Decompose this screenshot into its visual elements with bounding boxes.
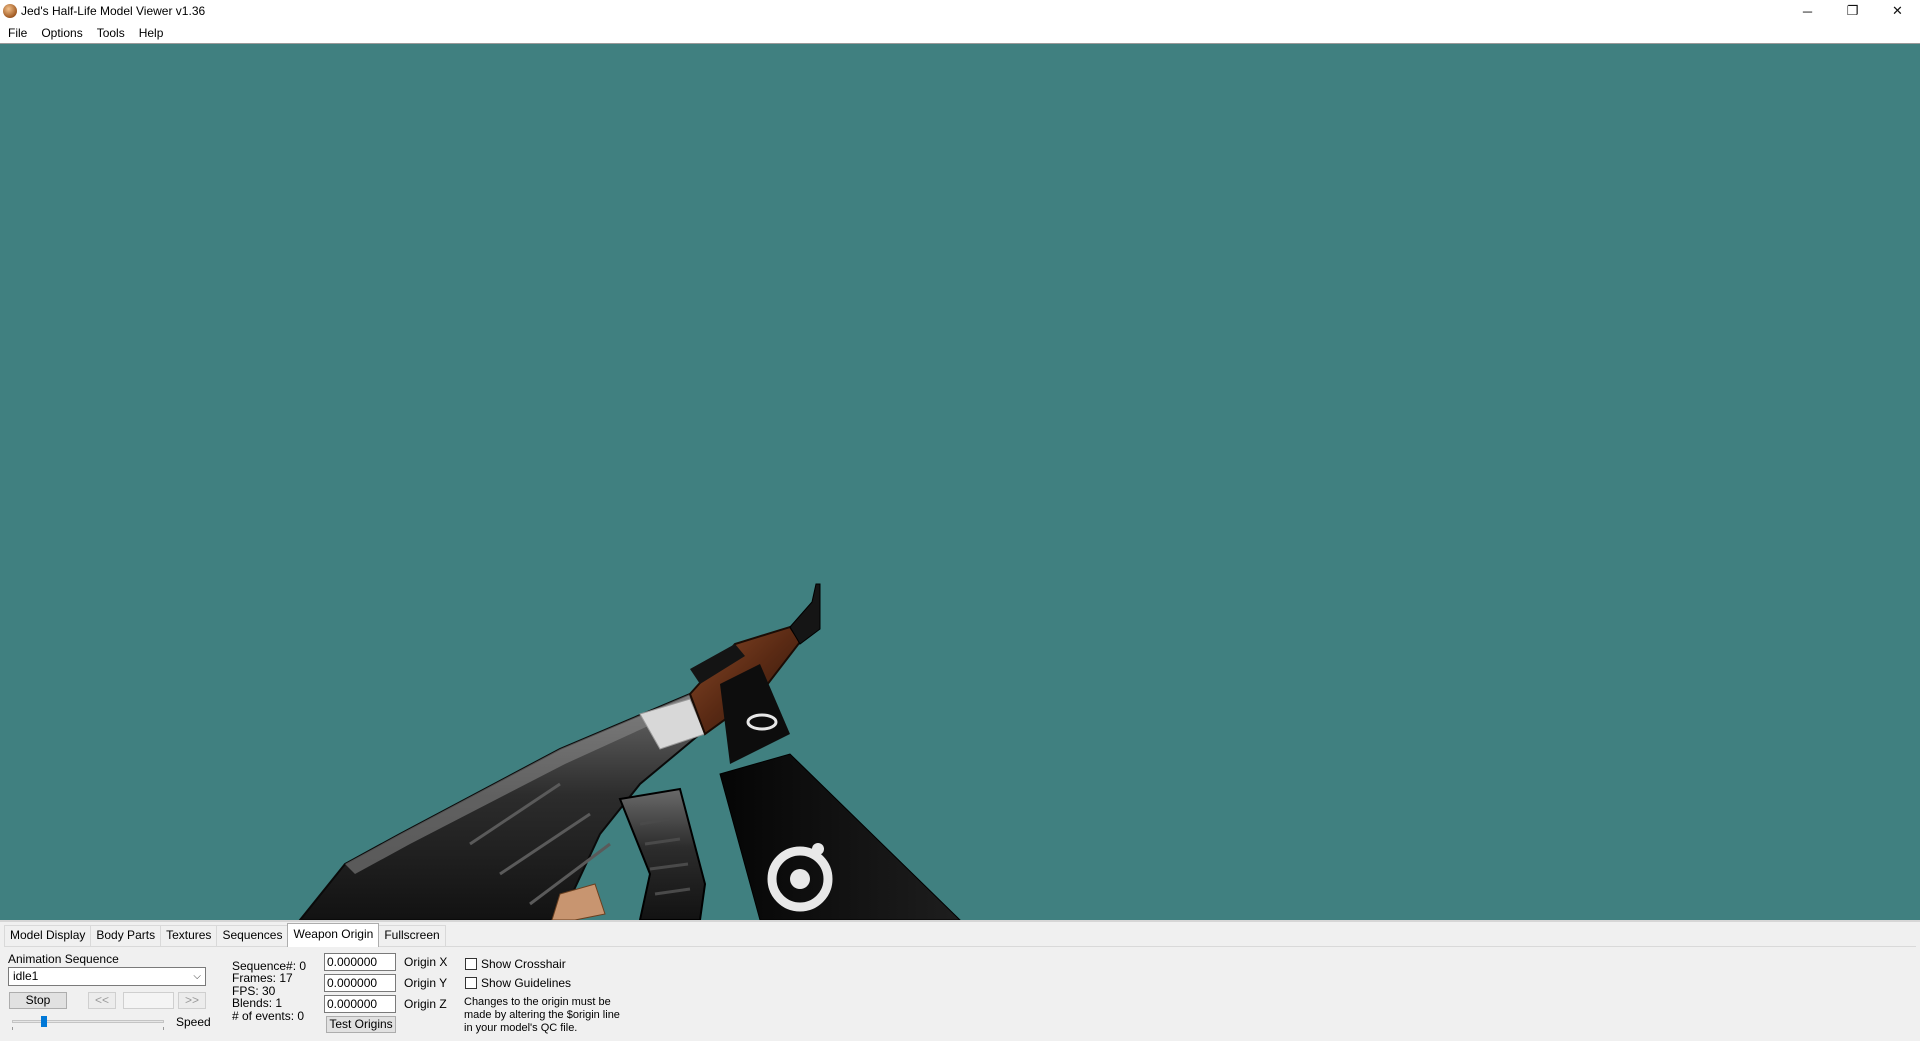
origin-y-input[interactable]: 0.000000 [324,974,396,992]
title-bar: Jed's Half-Life Model Viewer v1.36 ─ ❐ ✕ [0,0,1920,22]
tab-body-parts[interactable]: Body Parts [90,925,162,946]
model-viewport[interactable] [0,43,1920,920]
close-button[interactable]: ✕ [1875,0,1920,22]
weapon-origin-page: Animation Sequence idle1 ⌵ Stop << >> Sp… [4,946,1916,1040]
rifle-magazine [618,787,707,920]
prev-frame-button[interactable]: << [88,992,116,1009]
origin-z-input[interactable]: 0.000000 [324,995,396,1013]
tab-model-display[interactable]: Model Display [4,925,92,946]
menu-help[interactable]: Help [131,26,170,40]
origin-x-label: Origin X [404,955,448,969]
arm-sleeve [719,753,961,920]
speed-slider-ticks [12,1027,164,1030]
frames-count: Frames: 17 [232,971,293,985]
app-icon [3,4,17,18]
origin-y-label: Origin Y [404,976,448,990]
origin-x-input[interactable]: 0.000000 [324,953,396,971]
restore-button[interactable]: ❐ [1830,0,1875,22]
speed-label: Speed [176,1015,211,1029]
menu-bar: File Options Tools Help [0,22,1920,44]
control-panel: Model Display Body Parts Textures Sequen… [0,920,1920,1041]
tab-weapon-origin[interactable]: Weapon Origin [287,923,380,947]
tab-fullscreen[interactable]: Fullscreen [378,925,446,946]
stop-button[interactable]: Stop [9,992,67,1009]
chevron-down-icon: ⌵ [193,971,201,982]
show-guidelines-checkbox[interactable] [465,977,477,989]
origin-note-line-2: made by altering the $origin line [464,1009,620,1021]
animation-sequence-label: Animation Sequence [8,952,119,966]
next-frame-button[interactable]: >> [178,992,206,1009]
animation-sequence-value: idle1 [13,969,39,983]
show-crosshair-checkbox[interactable] [465,958,477,970]
window-title: Jed's Half-Life Model Viewer v1.36 [21,4,206,18]
show-crosshair-label: Show Crosshair [481,957,566,971]
tab-sequences[interactable]: Sequences [216,925,289,946]
frame-field[interactable] [123,992,174,1009]
origin-note-line-3: in your model's QC file. [464,1022,578,1034]
events-count: # of events: 0 [232,1009,305,1023]
window-controls: ─ ❐ ✕ [1785,0,1920,22]
origin-z-label: Origin Z [404,997,447,1011]
origin-note-line-1: Changes to the origin must be [464,996,611,1008]
tab-textures[interactable]: Textures [160,925,218,946]
show-guidelines-label: Show Guidelines [481,976,572,990]
animation-sequence-select[interactable]: idle1 ⌵ [8,967,206,986]
menu-options[interactable]: Options [33,26,88,40]
blends-value: Blends: 1 [232,996,283,1010]
menu-file[interactable]: File [0,26,33,40]
rifle-front-sight [789,583,821,645]
glove [720,664,790,764]
minimize-button[interactable]: ─ [1785,0,1830,22]
speed-slider-track [12,1020,164,1023]
test-origins-button[interactable]: Test Origins [326,1016,396,1033]
tab-strip: Model Display Body Parts Textures Sequen… [4,923,446,947]
weapon-model [298,583,961,920]
speed-slider-thumb[interactable] [41,1016,48,1027]
menu-tools[interactable]: Tools [89,26,131,40]
speed-slider[interactable] [8,1014,168,1030]
